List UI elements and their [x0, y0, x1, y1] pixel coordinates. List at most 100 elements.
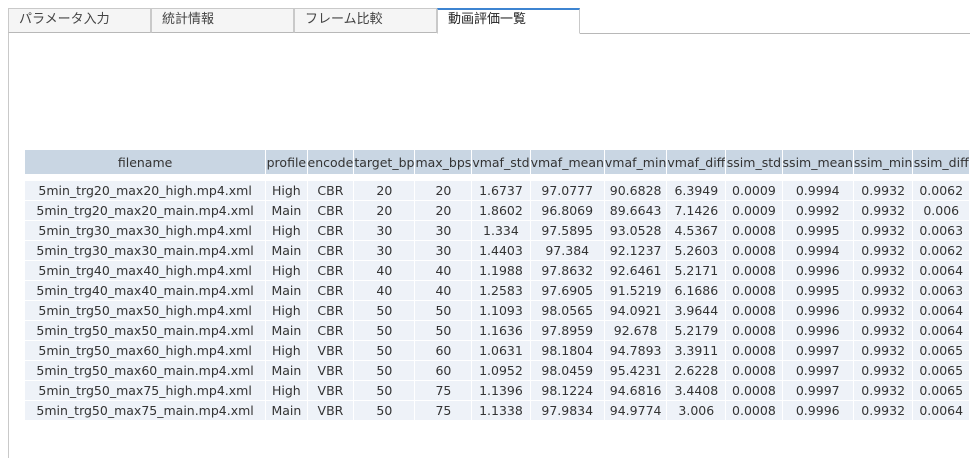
- table-cell-ssim-min: 0.9932: [853, 281, 914, 301]
- table-cell-vmaf-diff: 3.4408: [667, 381, 727, 401]
- table-cell-vmaf-std: 1.8602: [472, 201, 531, 221]
- table-cell-vmaf-diff: 5.2603: [667, 241, 727, 261]
- table-cell-profile: Main: [266, 281, 308, 301]
- table-cell-ssim-mean: 0.9992: [782, 201, 854, 221]
- table-cell-ssim-std: 0.0008: [726, 341, 783, 361]
- column-header-ssim-mean[interactable]: ssim_mean: [782, 150, 854, 174]
- table-cell-vmaf-std: 1.1396: [472, 381, 531, 401]
- table-cell-vmaf-std: 1.1338: [472, 401, 531, 421]
- table-cell-vmaf-mean: 97.8632: [530, 261, 605, 281]
- column-header-vmaf-diff[interactable]: vmaf_diff: [667, 150, 727, 174]
- table-cell-vmaf-min: 89.6643: [604, 201, 668, 221]
- table-cell-ssim-diff: 0.0065: [913, 361, 970, 381]
- table-row[interactable]: 5min_trg40_max40_high.mp4.xml High CBR 40 40…: [25, 261, 970, 281]
- column-header-profile[interactable]: profile: [266, 150, 308, 174]
- table-row[interactable]: 5min_trg40_max40_main.mp4.xml Main CBR 40 40…: [25, 281, 970, 301]
- evaluation-table: filename profile encode target_bp max_bps vma…: [25, 150, 970, 421]
- table-cell-ssim-min: 0.9932: [853, 261, 914, 281]
- table-cell-profile: Main: [266, 321, 308, 341]
- table-cell-vmaf-mean: 97.9834: [530, 401, 605, 421]
- table-cell-filename: 5min_trg20_max20_main.mp4.xml: [25, 201, 267, 221]
- table-cell-target-bp: 50: [354, 401, 416, 421]
- table-cell-target-bp: 30: [354, 241, 416, 261]
- column-header-vmaf-std[interactable]: vmaf_std: [472, 150, 531, 174]
- column-header-ssim-min[interactable]: ssim_min: [853, 150, 914, 174]
- table-cell-profile: High: [266, 181, 308, 201]
- table-cell-target-bp: 20: [354, 181, 416, 201]
- table-cell-encode: CBR: [307, 221, 355, 241]
- table-cell-ssim-diff: 0.0062: [913, 181, 970, 201]
- table-row[interactable]: 5min_trg50_max60_high.mp4.xml High VBR 50 60…: [25, 341, 970, 361]
- table-cell-ssim-diff: 0.0065: [913, 381, 970, 401]
- table-cell-ssim-mean: 0.9995: [782, 281, 854, 301]
- table-cell-vmaf-std: 1.1988: [472, 261, 531, 281]
- table-cell-ssim-mean: 0.9997: [782, 381, 854, 401]
- table-cell-ssim-mean: 0.9996: [782, 261, 854, 281]
- table-cell-profile: High: [266, 261, 308, 281]
- table-cell-max-bps: 40: [415, 281, 473, 301]
- table-cell-vmaf-min: 94.6816: [604, 381, 668, 401]
- table-row[interactable]: 5min_trg20_max20_high.mp4.xml High CBR 20 20…: [25, 181, 970, 201]
- table-cell-vmaf-min: 92.678: [604, 321, 668, 341]
- column-header-encode[interactable]: encode: [307, 150, 355, 174]
- table-cell-encode: CBR: [307, 321, 355, 341]
- table-cell-ssim-diff: 0.0064: [913, 261, 970, 281]
- column-header-filename[interactable]: filename: [25, 150, 267, 174]
- table-cell-max-bps: 30: [415, 241, 473, 261]
- table-cell-filename: 5min_trg40_max40_high.mp4.xml: [25, 261, 267, 281]
- table-cell-target-bp: 20: [354, 201, 416, 221]
- table-row[interactable]: 5min_trg20_max20_main.mp4.xml Main CBR 20 20…: [25, 201, 970, 221]
- column-header-vmaf-mean[interactable]: vmaf_mean: [530, 150, 605, 174]
- table-cell-max-bps: 20: [415, 201, 473, 221]
- table-cell-vmaf-mean: 97.6905: [530, 281, 605, 301]
- table-cell-vmaf-min: 91.5219: [604, 281, 668, 301]
- column-header-target-bp[interactable]: target_bp: [354, 150, 416, 174]
- table-row[interactable]: 5min_trg30_max30_high.mp4.xml High CBR 30 30…: [25, 221, 970, 241]
- table-cell-filename: 5min_trg30_max30_high.mp4.xml: [25, 221, 267, 241]
- table-row[interactable]: 5min_trg30_max30_main.mp4.xml Main CBR 30 30…: [25, 241, 970, 261]
- table-cell-ssim-mean: 0.9994: [782, 181, 854, 201]
- tab-statistics[interactable]: 統計情報: [151, 8, 294, 33]
- table-row[interactable]: 5min_trg50_max75_main.mp4.xml Main VBR 50 75…: [25, 401, 970, 421]
- table-cell-encode: CBR: [307, 301, 355, 321]
- column-header-vmaf-min[interactable]: vmaf_min: [604, 150, 668, 174]
- table-cell-vmaf-min: 94.0921: [604, 301, 668, 321]
- table-cell-vmaf-diff: 5.2179: [667, 321, 727, 341]
- table-row[interactable]: 5min_trg50_max75_high.mp4.xml High VBR 50 75…: [25, 381, 970, 401]
- table-cell-filename: 5min_trg50_max50_high.mp4.xml: [25, 301, 267, 321]
- table-cell-target-bp: 40: [354, 261, 416, 281]
- table-cell-vmaf-min: 90.6828: [604, 181, 668, 201]
- table-cell-filename: 5min_trg30_max30_main.mp4.xml: [25, 241, 267, 261]
- table-cell-max-bps: 75: [415, 401, 473, 421]
- table-cell-vmaf-min: 94.9774: [604, 401, 668, 421]
- table-row[interactable]: 5min_trg50_max60_main.mp4.xml Main VBR 50 60…: [25, 361, 970, 381]
- table-row[interactable]: 5min_trg50_max50_high.mp4.xml High CBR 50 50…: [25, 301, 970, 321]
- table-cell-profile: High: [266, 341, 308, 361]
- table-cell-ssim-min: 0.9932: [853, 221, 914, 241]
- table-cell-vmaf-std: 1.4403: [472, 241, 531, 261]
- column-header-max-bps[interactable]: max_bps: [415, 150, 473, 174]
- table-cell-encode: VBR: [307, 341, 355, 361]
- table-cell-filename: 5min_trg20_max20_high.mp4.xml: [25, 181, 267, 201]
- table-cell-ssim-std: 0.0009: [726, 201, 783, 221]
- table-cell-ssim-std: 0.0008: [726, 321, 783, 341]
- table-cell-ssim-mean: 0.9995: [782, 221, 854, 241]
- tab-parameter-input[interactable]: パラメータ入力: [8, 8, 151, 33]
- table-cell-encode: CBR: [307, 261, 355, 281]
- table-cell-ssim-diff: 0.0064: [913, 301, 970, 321]
- column-header-ssim-std[interactable]: ssim_std: [726, 150, 783, 174]
- table-cell-vmaf-diff: 5.2171: [667, 261, 727, 281]
- tab-video-evaluation-list[interactable]: 動画評価一覧: [437, 8, 580, 34]
- table-cell-ssim-std: 0.0008: [726, 381, 783, 401]
- table-cell-ssim-min: 0.9932: [853, 361, 914, 381]
- app-window: パラメータ入力 統計情報 フレーム比較 動画評価一覧 filename profi…: [0, 0, 970, 458]
- table-cell-vmaf-std: 1.2583: [472, 281, 531, 301]
- table-cell-vmaf-diff: 4.5367: [667, 221, 727, 241]
- tab-frame-compare[interactable]: フレーム比較: [294, 8, 437, 33]
- table-cell-profile: Main: [266, 361, 308, 381]
- table-cell-vmaf-std: 1.6737: [472, 181, 531, 201]
- column-header-ssim-diff[interactable]: ssim_diff: [913, 150, 970, 174]
- table-cell-filename: 5min_trg50_max60_high.mp4.xml: [25, 341, 267, 361]
- table-row[interactable]: 5min_trg50_max50_main.mp4.xml Main CBR 50 50…: [25, 321, 970, 341]
- table-cell-vmaf-std: 1.0631: [472, 341, 531, 361]
